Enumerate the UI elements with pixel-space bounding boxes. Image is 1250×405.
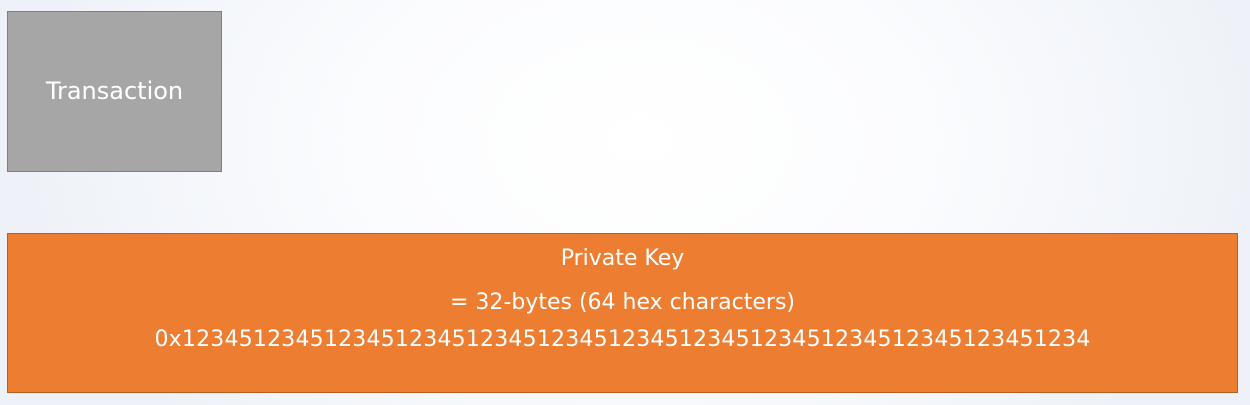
transaction-box: Transaction [7, 11, 222, 172]
private-key-example-value: 0x12345123451234512345123451234512345123… [154, 327, 1091, 352]
transaction-label: Transaction [45, 76, 184, 105]
private-key-box: Private Key = 32-bytes (64 hex character… [7, 233, 1238, 393]
slide-canvas: Transaction Private Key = 32-bytes (64 h… [0, 0, 1250, 405]
private-key-title: Private Key [560, 246, 685, 271]
private-key-size-description: = 32-bytes (64 hex characters) [449, 290, 796, 315]
